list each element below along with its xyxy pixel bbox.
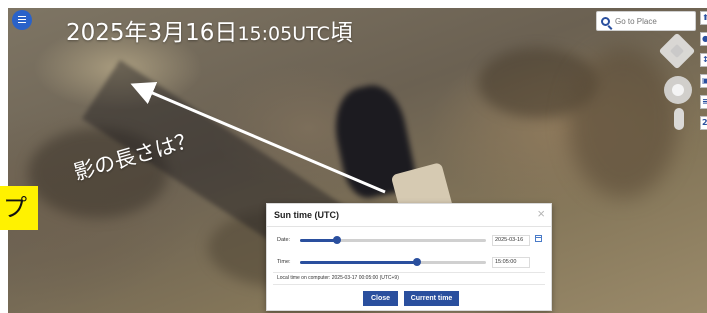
menu-icon [18,16,26,23]
local-time-text: Local time on computer: 2025-03-17 00:05… [277,275,399,281]
terrain-feature [568,48,678,198]
date-slider-thumb[interactable] [333,236,342,244]
divider [273,284,545,285]
tilt-rotate-control[interactable] [664,76,692,104]
right-toolbar: ⬆ ● ↕ ▣ ≡ 2 [700,11,707,137]
time-field[interactable]: 15:05:00 [492,257,530,268]
menu-button[interactable] [12,10,32,30]
search-input[interactable] [615,16,685,26]
date-label: Date: [277,237,291,243]
date-slider[interactable] [300,236,486,244]
divider [273,272,545,273]
time-slider-fill [300,261,418,264]
calendar-icon[interactable] [535,235,542,242]
toolbar-tool-3[interactable]: ↕ [700,53,707,67]
divider [267,226,551,227]
search-icon [601,16,610,26]
close-icon[interactable]: × [537,206,545,221]
headline-time: 15:05UTC [237,23,330,45]
headline-suffix: 頃 [329,20,353,46]
time-slider[interactable] [300,258,486,266]
toolbar-tool-1[interactable]: ⬆ [700,11,707,25]
search-box[interactable] [596,11,696,31]
toolbar-tool-5[interactable]: ≡ [700,95,707,109]
dialog-title: Sun time (UTC) [274,210,339,220]
toolbar-tool-2[interactable]: ● [700,32,707,46]
page-title: 2025年3月16日15:05UTC頃 [66,13,353,47]
headline-date: 2025年3月16日 [66,20,238,46]
close-button[interactable]: Close [363,291,398,306]
current-time-button[interactable]: Current time [404,291,459,306]
yellow-tag: プ [0,186,38,230]
toolbar-tool-4[interactable]: ▣ [700,74,707,88]
time-slider-thumb[interactable] [413,258,422,266]
zoom-control[interactable] [674,108,684,130]
toolbar-tool-6[interactable]: 2 [700,116,707,130]
time-label: Time: [277,259,291,265]
date-field[interactable]: 2025-03-16 [492,235,530,246]
date-slider-fill [300,239,338,242]
sun-time-dialog: Sun time (UTC) × Date: 2025-03-16 Time: … [266,203,552,311]
